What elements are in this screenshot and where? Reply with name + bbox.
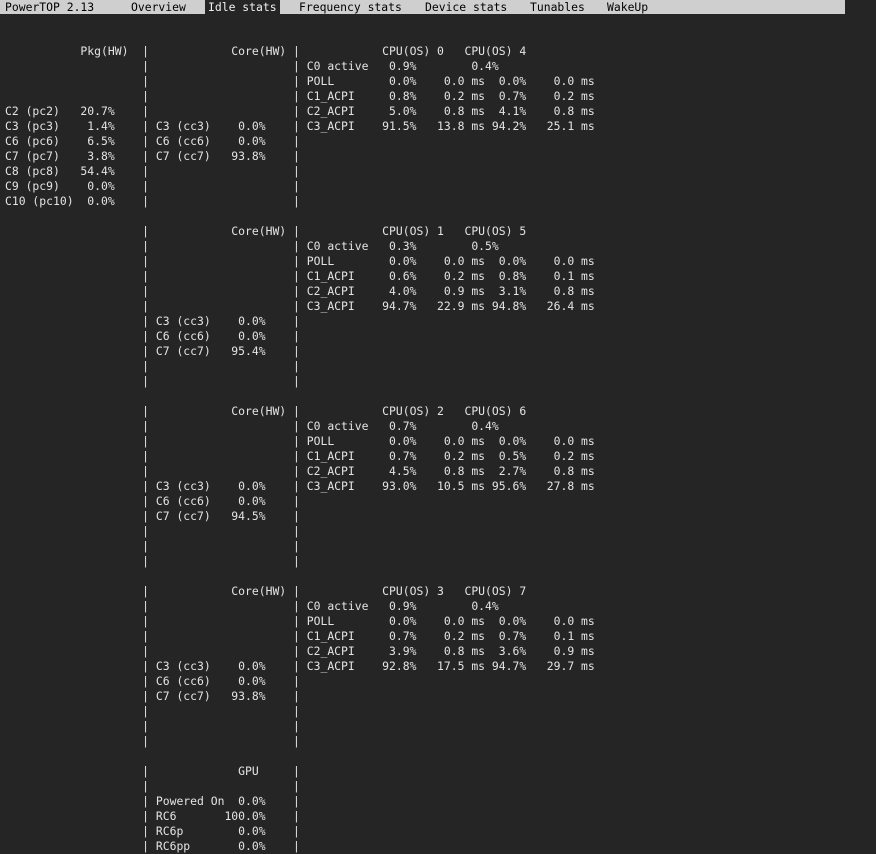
app-title: PowerTOP 2.13 xyxy=(5,0,95,14)
terminal-line: | | C3_ACPI 94.7% 22.9 ms 94.8% 26.4 ms xyxy=(5,299,595,313)
terminal-line: | Core(HW) | CPU(OS) 2 CPU(OS) 6 xyxy=(5,404,527,418)
terminal-line: C3 (pc3) 1.4% | C3 (cc3) 0.0% | C3_ACPI … xyxy=(5,119,595,133)
terminal-line: C8 (pc8) 54.4% | | xyxy=(5,164,300,178)
terminal-line: | C7 (cc7) 95.4% | xyxy=(5,344,300,358)
terminal-line: | | xyxy=(5,524,300,538)
tab-wakeup[interactable]: WakeUp xyxy=(607,0,648,14)
terminal-line: | C6 (cc6) 0.0% | xyxy=(5,494,300,508)
terminal-line: | | C0 active 0.7% 0.4% xyxy=(5,419,499,433)
terminal-line: | | C1_ACPI 0.6% 0.2 ms 0.8% 0.1 ms xyxy=(5,269,595,283)
tab-frequency-stats[interactable]: Frequency stats xyxy=(299,0,402,14)
tab-device-stats[interactable]: Device stats xyxy=(425,0,507,14)
terminal-line: | | C2_ACPI 4.5% 0.8 ms 2.7% 0.8 ms xyxy=(5,464,595,478)
terminal-line: | | C1_ACPI 0.8% 0.2 ms 0.7% 0.2 ms xyxy=(5,89,595,103)
terminal-line: | | POLL 0.0% 0.0 ms 0.0% 0.0 ms xyxy=(5,74,595,88)
terminal-line: | C6 (cc6) 0.0% | xyxy=(5,674,300,688)
terminal-line: | | xyxy=(5,554,300,568)
terminal-line: | C3 (cc3) 0.0% | C3_ACPI 93.0% 10.5 ms … xyxy=(5,479,595,493)
terminal-line: | | C1_ACPI 0.7% 0.2 ms 0.5% 0.2 ms xyxy=(5,449,595,463)
terminal-line: C9 (pc9) 0.0% | | xyxy=(5,179,300,193)
terminal-line: | | xyxy=(5,734,300,748)
terminal-line: | | xyxy=(5,359,300,373)
terminal-line: | | xyxy=(5,719,300,733)
terminal-line: | C6 (cc6) 0.0% | xyxy=(5,329,300,343)
tab-overview[interactable]: Overview xyxy=(131,0,186,14)
terminal-line: | C7 (cc7) 93.8% | xyxy=(5,689,300,703)
terminal-line: | | C2_ACPI 4.0% 0.9 ms 3.1% 0.8 ms xyxy=(5,284,595,298)
terminal-line: | Core(HW) | CPU(OS) 1 CPU(OS) 5 xyxy=(5,224,527,238)
terminal-line: C2 (pc2) 20.7% | | C2_ACPI 5.0% 0.8 ms 4… xyxy=(5,104,595,118)
terminal-line: C7 (pc7) 3.8% | C7 (cc7) 93.8% | xyxy=(5,149,300,163)
terminal-line: C10 (pc10) 0.0% | | xyxy=(5,194,300,208)
menu-bar: PowerTOP 2.13 Overview Idle stats Freque… xyxy=(0,0,845,14)
terminal-line: | Core(HW) | CPU(OS) 3 CPU(OS) 7 xyxy=(5,584,527,598)
terminal-line: | C7 (cc7) 94.5% | xyxy=(5,509,300,523)
tab-tunables[interactable]: Tunables xyxy=(530,0,585,14)
terminal-line: | | xyxy=(5,779,300,793)
terminal-line: | RC6 100.0% | xyxy=(5,809,300,823)
terminal-line: | | C2_ACPI 3.9% 0.8 ms 3.6% 0.9 ms xyxy=(5,644,595,658)
terminal-line: | Powered On 0.0% | xyxy=(5,794,300,808)
terminal-line: | | C0 active 0.3% 0.5% xyxy=(5,239,499,253)
terminal-line: | | POLL 0.0% 0.0 ms 0.0% 0.0 ms xyxy=(5,434,595,448)
terminal-line: C6 (pc6) 6.5% | C6 (cc6) 0.0% | xyxy=(5,134,300,148)
tab-idle-stats[interactable]: Idle stats xyxy=(205,0,280,14)
terminal-line: Pkg(HW) | Core(HW) | CPU(OS) 0 CPU(OS) 4 xyxy=(5,44,527,58)
terminal-line: | | xyxy=(5,539,300,553)
terminal-line: | RC6p 0.0% | xyxy=(5,824,300,838)
terminal-line: | GPU | xyxy=(5,764,300,778)
idle-stats-table: Pkg(HW) | Core(HW) | CPU(OS) 0 CPU(OS) 4… xyxy=(5,44,870,854)
terminal-line: | | POLL 0.0% 0.0 ms 0.0% 0.0 ms xyxy=(5,614,595,628)
terminal-line: | | POLL 0.0% 0.0 ms 0.0% 0.0 ms xyxy=(5,254,595,268)
terminal-line: | | C1_ACPI 0.7% 0.2 ms 0.7% 0.1 ms xyxy=(5,629,595,643)
terminal-line: | | xyxy=(5,704,300,718)
terminal-line: | | C0 active 0.9% 0.4% xyxy=(5,599,499,613)
terminal-line: | | xyxy=(5,374,300,388)
terminal-line: | C3 (cc3) 0.0% | C3_ACPI 92.8% 17.5 ms … xyxy=(5,659,595,673)
terminal-line: | | C0 active 0.9% 0.4% xyxy=(5,59,499,73)
terminal-line: | C3 (cc3) 0.0% | xyxy=(5,314,300,328)
